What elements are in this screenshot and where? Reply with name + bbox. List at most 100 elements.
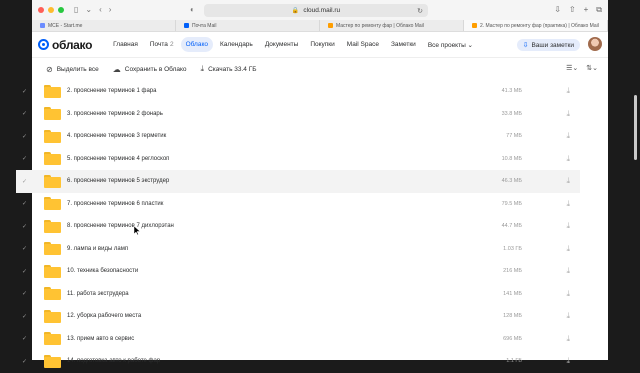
file-name: 9. лампа и виды ламп	[67, 245, 129, 252]
file-row[interactable]: ✓ 2. прояснение терминов 1 фара 41.3 МБ ⤓	[16, 80, 580, 103]
checkmark-icon[interactable]: ✓	[22, 268, 30, 275]
save-to-cloud-button[interactable]: ☁ Сохранить в Облако	[113, 65, 187, 74]
download-icon[interactable]: ⤓	[566, 244, 570, 254]
download-icon[interactable]: ⤓	[566, 86, 570, 96]
file-name: 7. прояснение терминов 6 пластик	[67, 200, 164, 207]
tab-label: 2. Мастер по ремонту фар (практика) | Об…	[480, 22, 599, 29]
logo[interactable]: облако	[38, 38, 92, 52]
file-size: 216 МБ	[503, 268, 522, 275]
nav-item[interactable]: Покупки	[305, 37, 339, 52]
file-row[interactable]: ✓ 3. прояснение терминов 2 фонарь 33.8 МБ ⤓	[16, 103, 580, 126]
download-all-button[interactable]: ⤓ Скачать 33.4 ГБ	[201, 64, 257, 74]
file-size: 1.03 ГБ	[503, 245, 522, 252]
nav-item[interactable]: Mail Space	[342, 37, 384, 52]
file-row[interactable]: ✓ 12. уборка рабочего места 128 МБ ⤓	[16, 305, 580, 328]
checkmark-icon[interactable]: ✓	[22, 313, 30, 320]
download-icon[interactable]: ⤓	[566, 356, 570, 366]
file-name: 14. подготовка авто к работе фар	[67, 358, 161, 365]
nav-item[interactable]: Облако	[180, 37, 213, 52]
download-icon[interactable]: ⤓	[566, 266, 570, 276]
file-row[interactable]: ✓ 4. прояснение терминов 3 герметик 77 МБ ⤓	[16, 125, 580, 148]
download-arrow-icon: ⇩	[522, 42, 529, 49]
notes-button[interactable]: ⇩ Ваши заметки	[516, 39, 580, 51]
address-bar[interactable]: 🔒 cloud.mail.ru ↻	[204, 4, 428, 17]
file-row[interactable]: ✓ 8. прояснение терминов 7 дихлорэтан 44.7…	[16, 215, 580, 238]
checkmark-icon[interactable]: ✓	[22, 133, 30, 140]
checkmark-icon[interactable]: ✓	[22, 200, 30, 207]
folder-icon	[44, 129, 61, 143]
back-icon[interactable]: ‹	[99, 6, 102, 14]
forward-icon[interactable]: ›	[109, 6, 112, 14]
checkmark-icon[interactable]: ✓	[22, 178, 30, 185]
logo-at-icon	[38, 39, 49, 50]
minimize-window-button[interactable]	[48, 7, 54, 13]
download-icon[interactable]: ⇩	[554, 5, 561, 15]
nav-item[interactable]: Заметки	[386, 37, 421, 52]
tab-overview-icon[interactable]: ⧉	[596, 5, 602, 15]
window-controls	[38, 7, 64, 13]
checkmark-icon[interactable]: ✓	[22, 223, 30, 230]
reload-icon[interactable]: ↻	[417, 7, 423, 15]
file-name: 5. прояснение терминов 4 реглоскоп	[67, 155, 170, 162]
browser-tab[interactable]: Почта Mail	[176, 20, 320, 31]
nav-item[interactable]: Главная	[108, 37, 143, 52]
select-all-button[interactable]: ⊘ Выделить все	[46, 65, 99, 74]
download-icon[interactable]: ⤓	[566, 334, 570, 344]
download-icon[interactable]: ⤓	[566, 154, 570, 164]
file-row[interactable]: ✓ 6. прояснение терминов 5 экструдер 46.3 …	[16, 170, 580, 193]
checkmark-icon[interactable]: ✓	[22, 335, 30, 342]
avatar[interactable]	[588, 37, 602, 51]
sidebar-icon[interactable]: ▯	[74, 6, 78, 14]
file-row[interactable]: ✓ 14. подготовка авто к работе фар 1.1 ГБ ⤓	[16, 350, 580, 373]
app-header: облако Главная Почта 2 Облако Календарь Докум…	[32, 32, 608, 58]
chevron-down-icon[interactable]: ⌄	[85, 6, 92, 14]
nav-item[interactable]: Документы	[260, 37, 304, 52]
folder-icon	[44, 152, 61, 166]
nav-item-label: Заметки	[390, 41, 416, 48]
nav-item[interactable]: Все проекты ⌄	[423, 37, 478, 53]
download-icon[interactable]: ⤓	[566, 221, 570, 231]
file-size: 141 МБ	[503, 290, 522, 297]
scrollbar[interactable]	[634, 95, 637, 160]
file-size: 41.3 МБ	[501, 88, 522, 95]
file-row[interactable]: ✓ 11. работа экструдера 141 МБ ⤓	[16, 283, 580, 306]
file-row[interactable]: ✓ 10. техника безопасности 216 МБ ⤓	[16, 260, 580, 283]
close-window-button[interactable]	[38, 7, 44, 13]
file-name: 3. прояснение терминов 2 фонарь	[67, 110, 163, 117]
checkmark-icon[interactable]: ✓	[22, 245, 30, 252]
checkmark-icon[interactable]: ✓	[22, 88, 30, 95]
file-name: 6. прояснение терминов 5 экструдер	[67, 178, 170, 185]
file-row[interactable]: ✓ 5. прояснение терминов 4 реглоскоп 10.8 …	[16, 148, 580, 171]
browser-tab[interactable]: 2. Мастер по ремонту фар (практика) | Об…	[464, 20, 608, 31]
view-mode-icon[interactable]: ☰⌄	[566, 64, 578, 72]
download-icon[interactable]: ⤓	[566, 176, 570, 186]
file-row[interactable]: ✓ 9. лампа и виды ламп 1.03 ГБ ⤓	[16, 238, 580, 261]
browser-tab[interactable]: Мастер по ремонту фар | Облако Mail	[320, 20, 464, 31]
nav-item-label: Все проекты ⌄	[427, 41, 474, 49]
download-icon[interactable]: ⤓	[566, 311, 570, 321]
folder-icon	[44, 219, 61, 233]
checkmark-icon[interactable]: ✓	[22, 358, 30, 365]
new-tab-icon[interactable]: +	[584, 5, 589, 15]
nav-item[interactable]: Почта 2	[145, 37, 179, 52]
download-icon[interactable]: ⤓	[566, 109, 570, 119]
file-row[interactable]: ✓ 13. прием авто в сервис 696 МБ ⤓	[16, 328, 580, 351]
address-bar-url: cloud.mail.ru	[303, 7, 341, 14]
checkmark-icon[interactable]: ✓	[22, 110, 30, 117]
tab-favicon-icon	[40, 23, 45, 28]
tab-favicon-icon	[184, 23, 189, 28]
share-icon[interactable]: ⇧	[569, 5, 576, 15]
file-row[interactable]: ✓ 7. прояснение терминов 6 пластик 79.5 МБ…	[16, 193, 580, 216]
checkmark-icon[interactable]: ✓	[22, 155, 30, 162]
sort-icon[interactable]: ⇅⌄	[586, 64, 598, 72]
browser-toolbar: ▯ ⌄ ‹ › ◐ 🔒 cloud.mail.ru ↻ ⇩ ⇧ + ⧉	[32, 0, 608, 20]
browser-tab[interactable]: MCE - Start.me	[32, 20, 176, 31]
nav-item[interactable]: Календарь	[215, 37, 258, 52]
download-icon[interactable]: ⤓	[566, 131, 570, 141]
tab-label: MCE - Start.me	[48, 22, 83, 29]
maximize-window-button[interactable]	[58, 7, 64, 13]
checkmark-icon[interactable]: ✓	[22, 290, 30, 297]
download-icon[interactable]: ⤓	[566, 289, 570, 299]
privacy-shield-icon[interactable]: ◐	[190, 5, 195, 14]
download-icon[interactable]: ⤓	[566, 199, 570, 209]
